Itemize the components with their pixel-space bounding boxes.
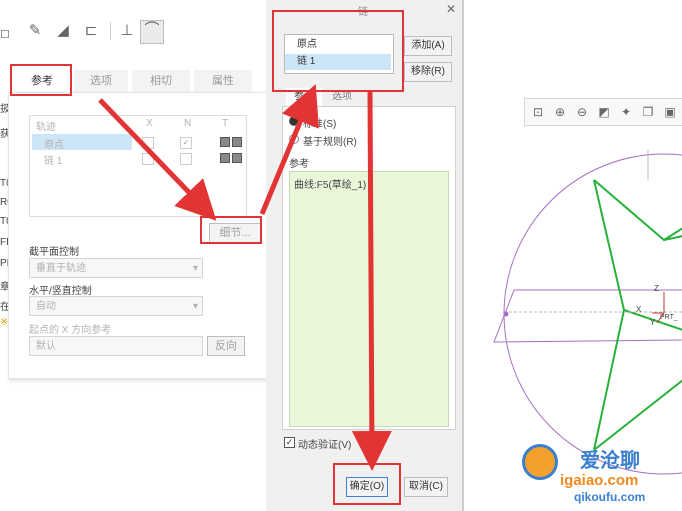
highlight-ok-button xyxy=(333,463,401,505)
chevron-down-icon: ▾ xyxy=(192,263,198,274)
sketch-pen-icon[interactable]: ✎ xyxy=(26,22,44,40)
csys-z-label: Z xyxy=(654,284,659,293)
csys-y-label: Y xyxy=(650,318,656,327)
plane-icon[interactable]: ◢ xyxy=(54,22,72,40)
table-row[interactable]: 原点 ✓ xyxy=(30,134,246,151)
col-n: N xyxy=(184,118,192,129)
highlight-reference-tab xyxy=(10,64,72,96)
close-icon[interactable]: ✕ xyxy=(446,2,456,16)
checkbox-x[interactable] xyxy=(142,137,154,149)
radio-standard[interactable] xyxy=(289,116,299,126)
tab-tangent[interactable]: 相切 xyxy=(132,70,190,92)
model-viewport[interactable]: ⊡ ⊕ ⊖ ◩ ✦ ❐ ▣ Z X Y PRT_ xyxy=(463,0,682,511)
model-geometry xyxy=(493,150,682,475)
cancel-button[interactable]: 取消(C) xyxy=(404,477,448,497)
hv-control-select[interactable]: 自动 ▾ xyxy=(29,296,203,316)
checkbox-t2[interactable] xyxy=(232,137,242,147)
col-trajectory: 轨迹 xyxy=(36,122,56,133)
checkbox-n[interactable]: ✓ xyxy=(180,137,192,149)
hv-control-label: 水平/竖直控制 xyxy=(29,286,92,297)
star-curve xyxy=(593,179,626,451)
reverse-button[interactable]: 反向 xyxy=(207,336,245,356)
chevron-down-icon: ▾ xyxy=(192,301,198,312)
radio-rule-label: 基于规则(R) xyxy=(303,137,357,148)
perpendicular-icon[interactable]: ⊥ xyxy=(118,22,136,40)
star-curve xyxy=(593,179,682,242)
checkbox-x[interactable] xyxy=(142,153,154,165)
section-plane-select[interactable]: 垂直于轨迹 ▾ xyxy=(29,258,203,278)
remove-button[interactable]: 移除(R) xyxy=(404,62,452,82)
ref-collector[interactable]: 曲线:F5(草绘_1) xyxy=(289,171,449,427)
radio-rule[interactable] xyxy=(289,134,299,144)
highlight-details-button xyxy=(200,216,262,244)
tab-properties[interactable]: 属性 xyxy=(194,70,252,92)
hv-control-value: 自动 xyxy=(36,301,56,312)
origin-point xyxy=(503,311,509,317)
ref-label: 参考 xyxy=(289,159,309,170)
trajectory-table: 轨迹 X N T 原点 ✓ 链 1 xyxy=(29,115,247,217)
xdir-value: 默认 xyxy=(36,341,56,352)
xdir-field[interactable]: 默认 xyxy=(29,336,203,356)
checkbox-t[interactable] xyxy=(220,153,230,163)
section-plane-label: 截平面控制 xyxy=(29,247,79,258)
row-name: 链 1 xyxy=(44,156,63,167)
ref-value: 曲线:F5(草绘_1) xyxy=(294,180,367,191)
section-plane-value: 垂直于轨迹 xyxy=(36,263,86,274)
watermark-url2: qikoufu.com xyxy=(574,490,646,504)
left-toolbar: ◻ ✎ ◢ ⊏ ⊥ ⌒ xyxy=(0,0,270,60)
tab-options[interactable]: 选项 xyxy=(74,70,128,92)
col-t: T xyxy=(222,118,229,129)
watermark-logo xyxy=(522,444,558,480)
dynamic-validate-checkbox[interactable]: ✓ xyxy=(284,437,295,448)
datum-plane xyxy=(493,289,682,343)
radio-standard-label: 标准(S) xyxy=(303,119,337,130)
table-row[interactable]: 链 1 xyxy=(30,150,246,167)
curve-tool-icon[interactable]: ⌒ xyxy=(140,20,164,44)
toolbar-partial-icon[interactable]: ◻ xyxy=(0,24,10,42)
csys-x-label: X xyxy=(636,305,642,314)
watermark-url1: igaiao.com xyxy=(560,472,639,489)
dynamic-validate-label: 动态验证(V) xyxy=(298,440,352,451)
sweep-circle xyxy=(503,153,682,475)
add-button[interactable]: 添加(A) xyxy=(404,36,452,56)
csys-name: PRT_ xyxy=(660,314,678,321)
checkbox-t[interactable] xyxy=(220,137,230,147)
table-header: 轨迹 X N T xyxy=(30,116,246,133)
xdir-label: 起点的 X 方向参考 xyxy=(29,325,112,336)
row-name: 原点 xyxy=(44,140,64,151)
watermark-title: 爱沧聊 xyxy=(580,450,640,472)
col-x: X xyxy=(146,118,153,129)
bracket-icon[interactable]: ⊏ xyxy=(82,22,100,40)
checkbox-t2[interactable] xyxy=(232,153,242,163)
watermark: 爱沧聊 igaiao.com qikoufu.com xyxy=(520,436,682,508)
toolbar-divider xyxy=(110,22,111,40)
highlight-chain-list xyxy=(272,10,404,92)
checkbox-n[interactable] xyxy=(180,153,192,165)
reference-tab-panel: 标准(S) 基于规则(R) 参考 曲线:F5(草绘_1) xyxy=(282,106,456,430)
